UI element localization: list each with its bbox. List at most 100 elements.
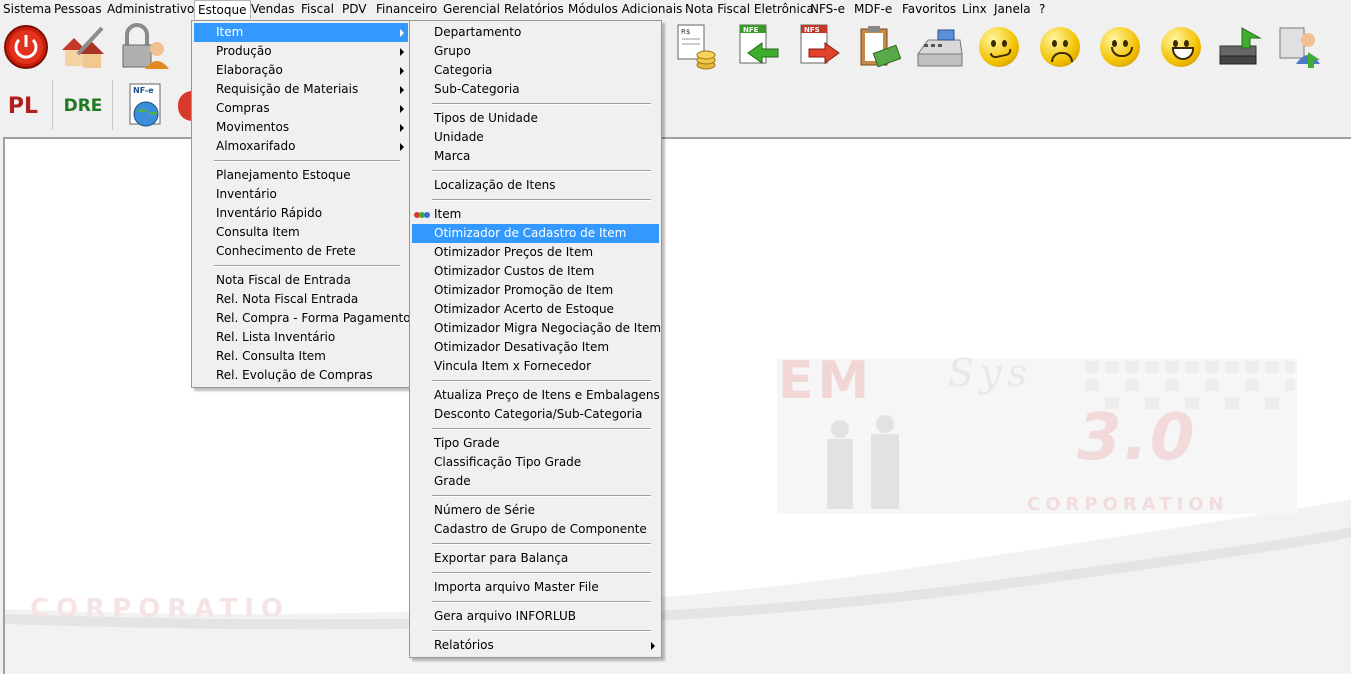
menu-bar: Sistema Pessoas Administrativo Estoque V…	[0, 0, 1351, 19]
menu-linx[interactable]: Linx	[959, 0, 990, 19]
feedback-very-happy-button[interactable]	[1155, 21, 1207, 73]
menu-help[interactable]: ?	[1036, 0, 1048, 19]
menu-janela[interactable]: Janela	[991, 0, 1034, 19]
menu-item-otimizador-cadastro[interactable]: Otimizador de Cadastro de Item	[412, 224, 659, 243]
menu-item-compras[interactable]: Compras	[194, 99, 408, 118]
menu-item-inventario-rapido[interactable]: Inventário Rápido	[194, 204, 408, 223]
menu-item-rel-lista-inventario[interactable]: Rel. Lista Inventário	[194, 328, 408, 347]
smiley-sad-icon	[1040, 27, 1080, 67]
clipboard-money-button[interactable]	[852, 21, 904, 73]
submenu-arrow-icon	[400, 67, 404, 75]
menu-item-rel-nota-fiscal-entrada[interactable]: Rel. Nota Fiscal Entrada	[194, 290, 408, 309]
feedback-neutral-button[interactable]	[973, 21, 1025, 73]
menu-item-grupo[interactable]: Grupo	[412, 42, 659, 61]
items-colored-icon	[414, 212, 430, 218]
estoque-menu: Item Produção Elaboração Requisição de M…	[191, 20, 411, 388]
menu-item-desconto-categoria[interactable]: Desconto Categoria/Sub-Categoria	[412, 405, 659, 424]
menu-item-elaboracao[interactable]: Elaboração	[194, 61, 408, 80]
menu-separator	[432, 428, 651, 430]
menu-administrativo[interactable]: Administrativo	[104, 0, 197, 19]
menu-item-localizacao-itens[interactable]: Localização de Itens	[412, 176, 659, 195]
menu-separator	[432, 103, 651, 105]
menu-separator	[432, 572, 651, 574]
menu-item-tipos-unidade[interactable]: Tipos de Unidade	[412, 109, 659, 128]
menu-item-producao[interactable]: Produção	[194, 42, 408, 61]
pl-report-button[interactable]: PL	[0, 80, 46, 132]
menu-gerencial[interactable]: Gerencial	[440, 0, 503, 19]
menu-item-otimizador-precos[interactable]: Otimizador Preços de Item	[412, 243, 659, 262]
menu-financeiro[interactable]: Financeiro	[373, 0, 440, 19]
menu-separator	[432, 380, 651, 382]
menu-favoritos[interactable]: Favoritos	[899, 0, 959, 19]
menu-item-classificacao-tipo-grade[interactable]: Classificação Tipo Grade	[412, 453, 659, 472]
menu-item-movimentos[interactable]: Movimentos	[194, 118, 408, 137]
user-edit-button[interactable]	[57, 21, 109, 73]
menu-item-nota-fiscal-entrada[interactable]: Nota Fiscal de Entrada	[194, 271, 408, 290]
dre-report-button[interactable]: DRE	[58, 80, 108, 132]
menu-item-importa-master-file[interactable]: Importa arquivo Master File	[412, 578, 659, 597]
menu-item-inventario[interactable]: Inventário	[194, 185, 408, 204]
menu-item-unidade[interactable]: Unidade	[412, 128, 659, 147]
menu-item-categoria[interactable]: Categoria	[412, 61, 659, 80]
menu-item-rel-evolucao-compras[interactable]: Rel. Evolução de Compras	[194, 366, 408, 385]
menu-item-numero-serie[interactable]: Número de Série	[412, 501, 659, 520]
cash-button[interactable]: R$	[669, 21, 721, 73]
nfs-button[interactable]: NFS	[792, 21, 844, 73]
menu-modulos-adicionais[interactable]: Módulos Adicionais	[565, 0, 685, 19]
server-arrow-icon	[1219, 27, 1262, 65]
nfe-global-button[interactable]: NF-e	[120, 80, 174, 132]
menu-item-rel-consulta-item[interactable]: Rel. Consulta Item	[194, 347, 408, 366]
menu-item-almoxarifado[interactable]: Almoxarifado	[194, 137, 408, 156]
power-button[interactable]	[0, 21, 52, 73]
menu-item-otimizador-acerto-estoque[interactable]: Otimizador Acerto de Estoque	[412, 300, 659, 319]
money-doc-icon: R$	[677, 24, 716, 70]
partial-button[interactable]	[178, 80, 192, 132]
menu-sistema[interactable]: Sistema	[0, 0, 54, 19]
menu-item-sub-categoria[interactable]: Sub-Categoria	[412, 80, 659, 99]
menu-item-otimizador-desativacao[interactable]: Otimizador Desativação Item	[412, 338, 659, 357]
menu-item-vincula-fornecedor[interactable]: Vincula Item x Fornecedor	[412, 357, 659, 376]
menu-item-gera-inforlub[interactable]: Gera arquivo INFORLUB	[412, 607, 659, 626]
menu-item-relatorios[interactable]: Relatórios	[412, 636, 659, 655]
nfe-globe-icon: NF-e	[129, 83, 161, 127]
menu-vendas[interactable]: Vendas	[248, 0, 298, 19]
nfe-entry-button[interactable]: NFE	[731, 21, 783, 73]
menu-item-tipo-grade[interactable]: Tipo Grade	[412, 434, 659, 453]
menu-pessoas[interactable]: Pessoas	[51, 0, 105, 19]
menu-item-consulta-item[interactable]: Consulta Item	[194, 223, 408, 242]
menu-nota-fiscal-eletronica[interactable]: Nota Fiscal Eletrônica	[682, 0, 817, 19]
feedback-happy-button[interactable]	[1094, 21, 1146, 73]
dre-label: DRE	[63, 96, 103, 116]
menu-item-item-cadastro[interactable]: Item	[412, 205, 659, 224]
menu-item-marca[interactable]: Marca	[412, 147, 659, 166]
menu-item-departamento[interactable]: Departamento	[412, 23, 659, 42]
menu-item-otimizador-promocao[interactable]: Otimizador Promoção de Item	[412, 281, 659, 300]
feedback-sad-button[interactable]	[1034, 21, 1086, 73]
menu-estoque[interactable]: Estoque	[194, 0, 251, 19]
menu-separator	[432, 601, 651, 603]
menu-item-planejamento[interactable]: Planejamento Estoque	[194, 166, 408, 185]
menu-item-conhecimento-frete[interactable]: Conhecimento de Frete	[194, 242, 408, 261]
watermark-em: EM	[778, 351, 874, 411]
toolbar-divider	[112, 80, 113, 130]
server-sync-button[interactable]	[1215, 21, 1267, 73]
menu-item-grade[interactable]: Grade	[412, 472, 659, 491]
menu-item-grupo-componente[interactable]: Cadastro de Grupo de Componente	[412, 520, 659, 539]
menu-item-exportar-balanca[interactable]: Exportar para Balança	[412, 549, 659, 568]
menu-item-item[interactable]: Item	[194, 23, 408, 42]
menu-item-otimizador-migra-negociacao[interactable]: Otimizador Migra Negociação de Item	[412, 319, 661, 338]
menu-item-otimizador-custos[interactable]: Otimizador Custos de Item	[412, 262, 659, 281]
item-submenu: Departamento Grupo Categoria Sub-Categor…	[409, 20, 662, 658]
red-circle-icon	[178, 91, 192, 121]
menu-pdv[interactable]: PDV	[339, 0, 369, 19]
menu-item-atualiza-preco[interactable]: Atualiza Preço de Itens e Embalagens	[412, 386, 660, 405]
user-network-button[interactable]	[1277, 21, 1329, 73]
menu-item-rel-compra-forma-pagamento[interactable]: Rel. Compra - Forma Pagamento	[194, 309, 411, 328]
security-button[interactable]	[118, 21, 170, 73]
menu-fiscal[interactable]: Fiscal	[298, 0, 337, 19]
menu-nfse[interactable]: NFS-e	[807, 0, 848, 19]
menu-mdfe[interactable]: MDF-e	[851, 0, 895, 19]
menu-relatorios[interactable]: Relatórios	[501, 0, 567, 19]
pos-button[interactable]	[913, 21, 965, 73]
menu-item-requisicao[interactable]: Requisição de Materiais	[194, 80, 408, 99]
